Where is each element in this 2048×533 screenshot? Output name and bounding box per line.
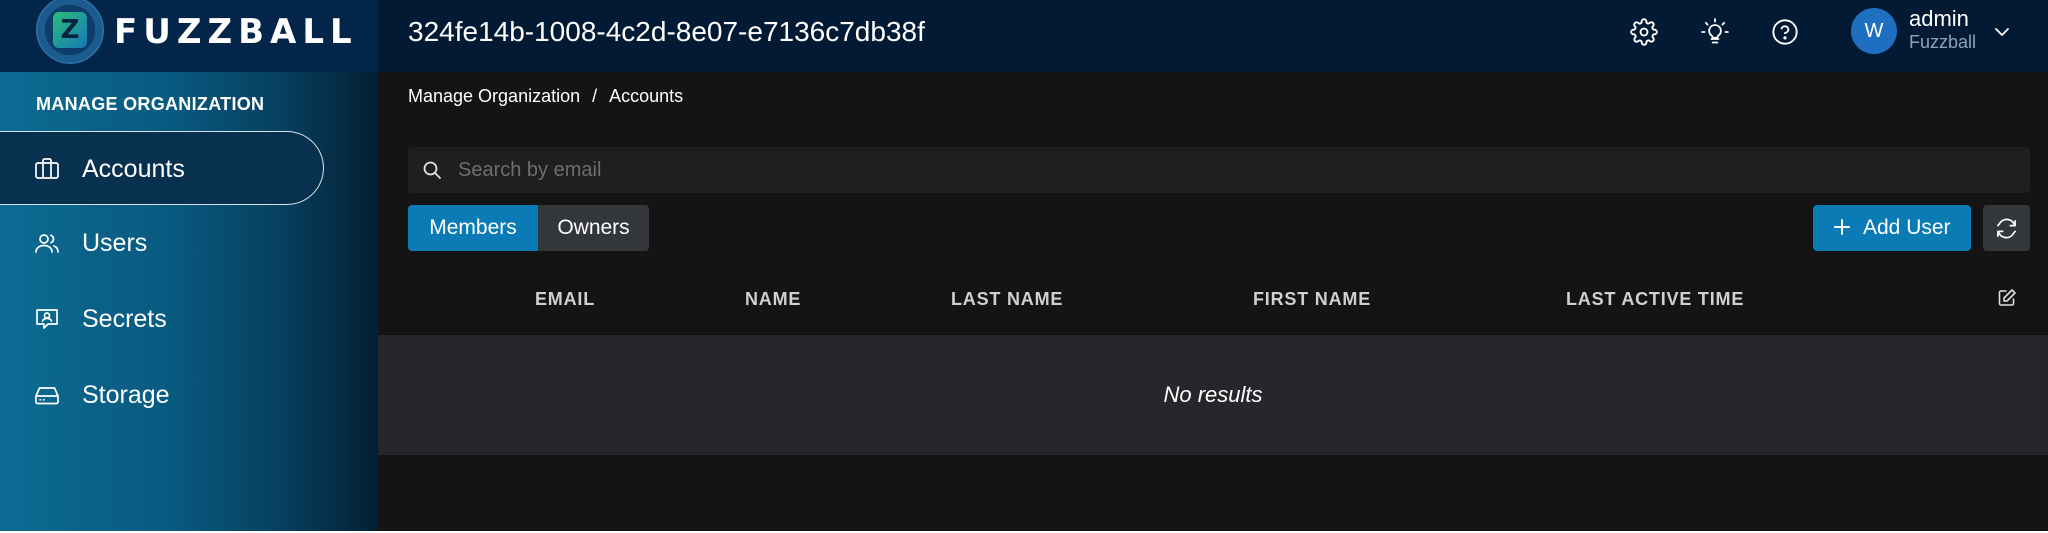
chevron-down-icon[interactable] — [1990, 20, 2014, 44]
briefcase-icon — [35, 158, 59, 179]
sidebar-item-secrets[interactable]: Secrets — [0, 282, 324, 356]
column-header-first-name[interactable]: FIRST NAME — [1253, 289, 1371, 310]
breadcrumb-item-accounts: Accounts — [609, 86, 684, 106]
tab-owners[interactable]: Owners — [538, 205, 649, 251]
user-name[interactable]: admin — [1909, 6, 1969, 32]
top-bar: Z FUZZBALL 324fe14b-1008-4c2d-8e07-e7136… — [0, 0, 2048, 72]
main-content: Manage Organization / Accounts Members Own… — [378, 72, 2048, 531]
column-header-last-name[interactable]: LAST NAME — [951, 289, 1063, 310]
secret-badge-icon — [36, 309, 58, 329]
sidebar-item-label: Users — [82, 229, 148, 257]
add-user-label: Add User — [1863, 216, 1951, 239]
plus-icon — [1834, 219, 1850, 235]
search-icon — [423, 161, 441, 179]
breadcrumb-item-manage-organization[interactable]: Manage Organization — [408, 86, 580, 106]
users-icon — [35, 234, 59, 253]
member-type-toggle: Members Owners — [408, 205, 649, 251]
edit-columns-icon[interactable] — [1997, 288, 2017, 308]
sidebar-title: MANAGE ORGANIZATION — [36, 94, 265, 114]
empty-message: No results — [1163, 382, 1263, 407]
settings-button[interactable] — [1629, 17, 1659, 47]
search-input[interactable] — [458, 147, 2018, 193]
column-header-email[interactable]: EMAIL — [535, 289, 595, 310]
table-header: EMAIL NAME LAST NAME FIRST NAME LAST ACT… — [378, 278, 2048, 318]
search-bar — [408, 147, 2030, 193]
sidebar-item-users[interactable]: Users — [0, 206, 324, 280]
logo-mark: Z — [53, 12, 87, 48]
brand-name: FUZZBALL — [114, 12, 358, 52]
avatar[interactable]: W — [1851, 8, 1897, 54]
refresh-button[interactable] — [1983, 205, 2030, 251]
fuzzball-logo-icon: Z — [36, 0, 104, 64]
column-header-last-active-time[interactable]: LAST ACTIVE TIME — [1566, 289, 1744, 310]
sidebar-item-label: Secrets — [82, 305, 167, 333]
gear-icon — [1630, 18, 1658, 46]
user-organization: Fuzzball — [1909, 32, 1977, 52]
tab-members[interactable]: Members — [408, 205, 538, 251]
add-user-button[interactable]: Add User — [1813, 205, 1971, 251]
breadcrumb: Manage Organization / Accounts — [408, 86, 683, 107]
sidebar-item-label: Accounts — [82, 155, 185, 183]
refresh-icon — [1997, 218, 2016, 239]
help-button[interactable] — [1770, 17, 1800, 47]
table-empty-row: No results — [378, 335, 2048, 455]
app-window: Z FUZZBALL 324fe14b-1008-4c2d-8e07-e7136… — [0, 0, 2048, 531]
lightbulb-icon — [1701, 18, 1729, 44]
breadcrumb-separator: / — [592, 86, 598, 106]
theme-toggle-button[interactable] — [1700, 17, 1730, 47]
sidebar-item-label: Storage — [82, 381, 170, 409]
sidebar-item-accounts[interactable]: Accounts — [0, 131, 324, 205]
sidebar-item-storage[interactable]: Storage — [0, 358, 324, 432]
storage-drive-icon — [35, 387, 59, 405]
organization-id: 324fe14b-1008-4c2d-8e07-e7136c7db38f — [408, 16, 925, 47]
column-header-name[interactable]: NAME — [745, 289, 801, 310]
brand[interactable]: Z FUZZBALL — [0, 0, 378, 72]
sidebar: MANAGE ORGANIZATION Accounts Users Secre… — [0, 72, 378, 531]
help-icon — [1772, 19, 1798, 45]
